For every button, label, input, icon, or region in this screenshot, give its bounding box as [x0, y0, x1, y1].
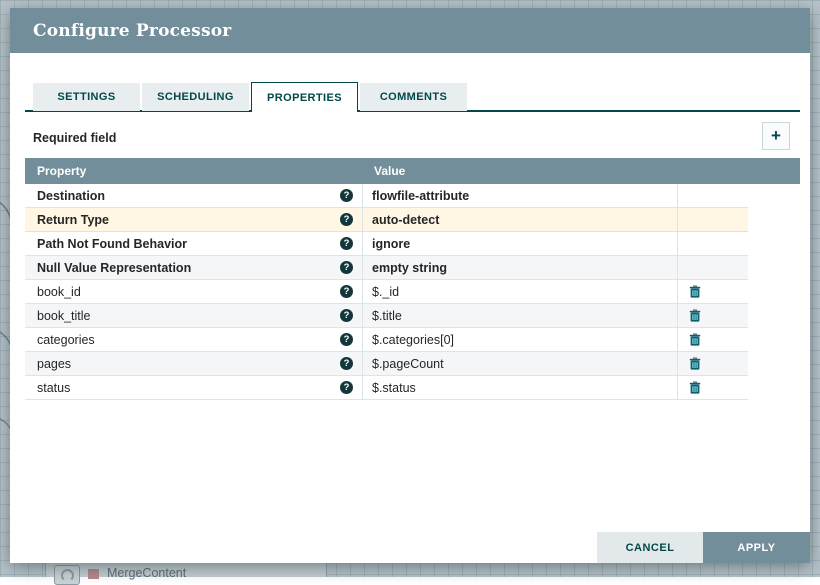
action-cell — [677, 352, 748, 375]
value-cell[interactable]: $.categories[0] — [362, 328, 677, 351]
table-row: Destination ? flowfile-attribute — [25, 184, 748, 208]
column-header-property: Property — [25, 164, 362, 178]
dialog-header: Configure Processor — [10, 8, 810, 53]
help-icon[interactable]: ? — [340, 381, 353, 394]
configure-processor-dialog: Configure Processor SETTINGS SCHEDULING … — [10, 8, 810, 563]
add-property-button[interactable]: + — [762, 122, 790, 150]
trash-icon[interactable] — [689, 333, 701, 346]
cancel-button[interactable]: CANCEL — [597, 532, 703, 563]
value-cell[interactable]: $.title — [362, 304, 677, 327]
table-row: Return Type ? auto-detect — [25, 208, 748, 232]
action-cell — [677, 184, 748, 207]
help-icon[interactable]: ? — [340, 189, 353, 202]
value-cell[interactable]: flowfile-attribute — [362, 184, 677, 207]
trash-icon[interactable] — [689, 285, 701, 298]
help-icon[interactable]: ? — [340, 309, 353, 322]
value-cell[interactable]: $._id — [362, 280, 677, 303]
property-cell: book_title ? — [25, 304, 362, 327]
property-name: categories — [37, 333, 95, 347]
background-processor-mergecontent: MergeContent — [45, 562, 327, 577]
dialog-footer: CANCEL APPLY — [597, 532, 810, 563]
property-value: $._id — [372, 285, 399, 299]
table-row: Null Value Representation ? empty string — [25, 256, 748, 280]
property-value: flowfile-attribute — [372, 189, 469, 203]
property-name: Null Value Representation — [37, 261, 191, 275]
help-icon[interactable]: ? — [340, 357, 353, 370]
value-cell[interactable]: $.pageCount — [362, 352, 677, 375]
property-cell: book_id ? — [25, 280, 362, 303]
table-row: pages ? $.pageCount — [25, 352, 748, 376]
value-cell[interactable]: $.status — [362, 376, 677, 399]
trash-icon[interactable] — [689, 309, 701, 322]
table-row: categories ? $.categories[0] — [25, 328, 748, 352]
property-cell: status ? — [25, 376, 362, 399]
property-name: book_title — [37, 309, 91, 323]
action-cell — [677, 256, 748, 279]
property-cell: Return Type ? — [25, 208, 362, 231]
column-header-value: Value — [362, 164, 677, 178]
action-cell — [677, 304, 748, 327]
property-name: pages — [37, 357, 71, 371]
tab-properties[interactable]: PROPERTIES — [251, 82, 358, 112]
action-cell — [677, 328, 748, 351]
properties-table-header: Property Value — [25, 158, 800, 184]
table-row: book_title ? $.title — [25, 304, 748, 328]
table-row: status ? $.status — [25, 376, 748, 400]
table-row: Path Not Found Behavior ? ignore — [25, 232, 748, 256]
property-name: Destination — [37, 189, 105, 203]
processor-type-square-icon — [88, 569, 99, 579]
property-value: $.categories[0] — [372, 333, 454, 347]
property-cell: Destination ? — [25, 184, 362, 207]
property-value: ignore — [372, 237, 410, 251]
trash-icon[interactable] — [689, 357, 701, 370]
help-icon[interactable]: ? — [340, 213, 353, 226]
tab-settings[interactable]: SETTINGS — [33, 83, 140, 111]
action-cell — [677, 280, 748, 303]
property-name: Return Type — [37, 213, 109, 227]
trash-icon[interactable] — [689, 381, 701, 394]
property-value: auto-detect — [372, 213, 439, 227]
property-cell: Path Not Found Behavior ? — [25, 232, 362, 255]
tab-scheduling[interactable]: SCHEDULING — [142, 83, 249, 111]
property-cell: Null Value Representation ? — [25, 256, 362, 279]
dialog-title: Configure Processor — [33, 21, 231, 41]
property-value: $.title — [372, 309, 402, 323]
action-cell — [677, 376, 748, 399]
required-field-label: Required field — [33, 131, 116, 145]
property-name: book_id — [37, 285, 81, 299]
property-name: Path Not Found Behavior — [37, 237, 187, 251]
help-icon[interactable]: ? — [340, 285, 353, 298]
tab-comments[interactable]: COMMENTS — [360, 83, 467, 111]
value-cell[interactable]: auto-detect — [362, 208, 677, 231]
table-row: book_id ? $._id — [25, 280, 748, 304]
nifi-canvas: MergeContent Configure Processor SETTING… — [0, 0, 820, 577]
help-icon[interactable]: ? — [340, 261, 353, 274]
plus-icon: + — [771, 127, 781, 144]
action-cell — [677, 232, 748, 255]
help-icon[interactable]: ? — [340, 333, 353, 346]
property-value: $.pageCount — [372, 357, 444, 371]
apply-button[interactable]: APPLY — [703, 532, 810, 563]
properties-table-body: Destination ? flowfile-attribute Return … — [25, 184, 748, 400]
properties-table: Property Value Destination ? flowfile-at… — [25, 158, 800, 400]
value-cell[interactable]: empty string — [362, 256, 677, 279]
property-value: empty string — [372, 261, 447, 275]
processor-label: MergeContent — [107, 566, 186, 580]
help-icon[interactable]: ? — [340, 237, 353, 250]
property-cell: pages ? — [25, 352, 362, 375]
processor-icon — [54, 565, 80, 585]
action-cell — [677, 208, 748, 231]
property-value: $.status — [372, 381, 416, 395]
property-name: status — [37, 381, 70, 395]
tab-bar: SETTINGS SCHEDULING PROPERTIES COMMENTS — [33, 83, 467, 112]
value-cell[interactable]: ignore — [362, 232, 677, 255]
property-cell: categories ? — [25, 328, 362, 351]
